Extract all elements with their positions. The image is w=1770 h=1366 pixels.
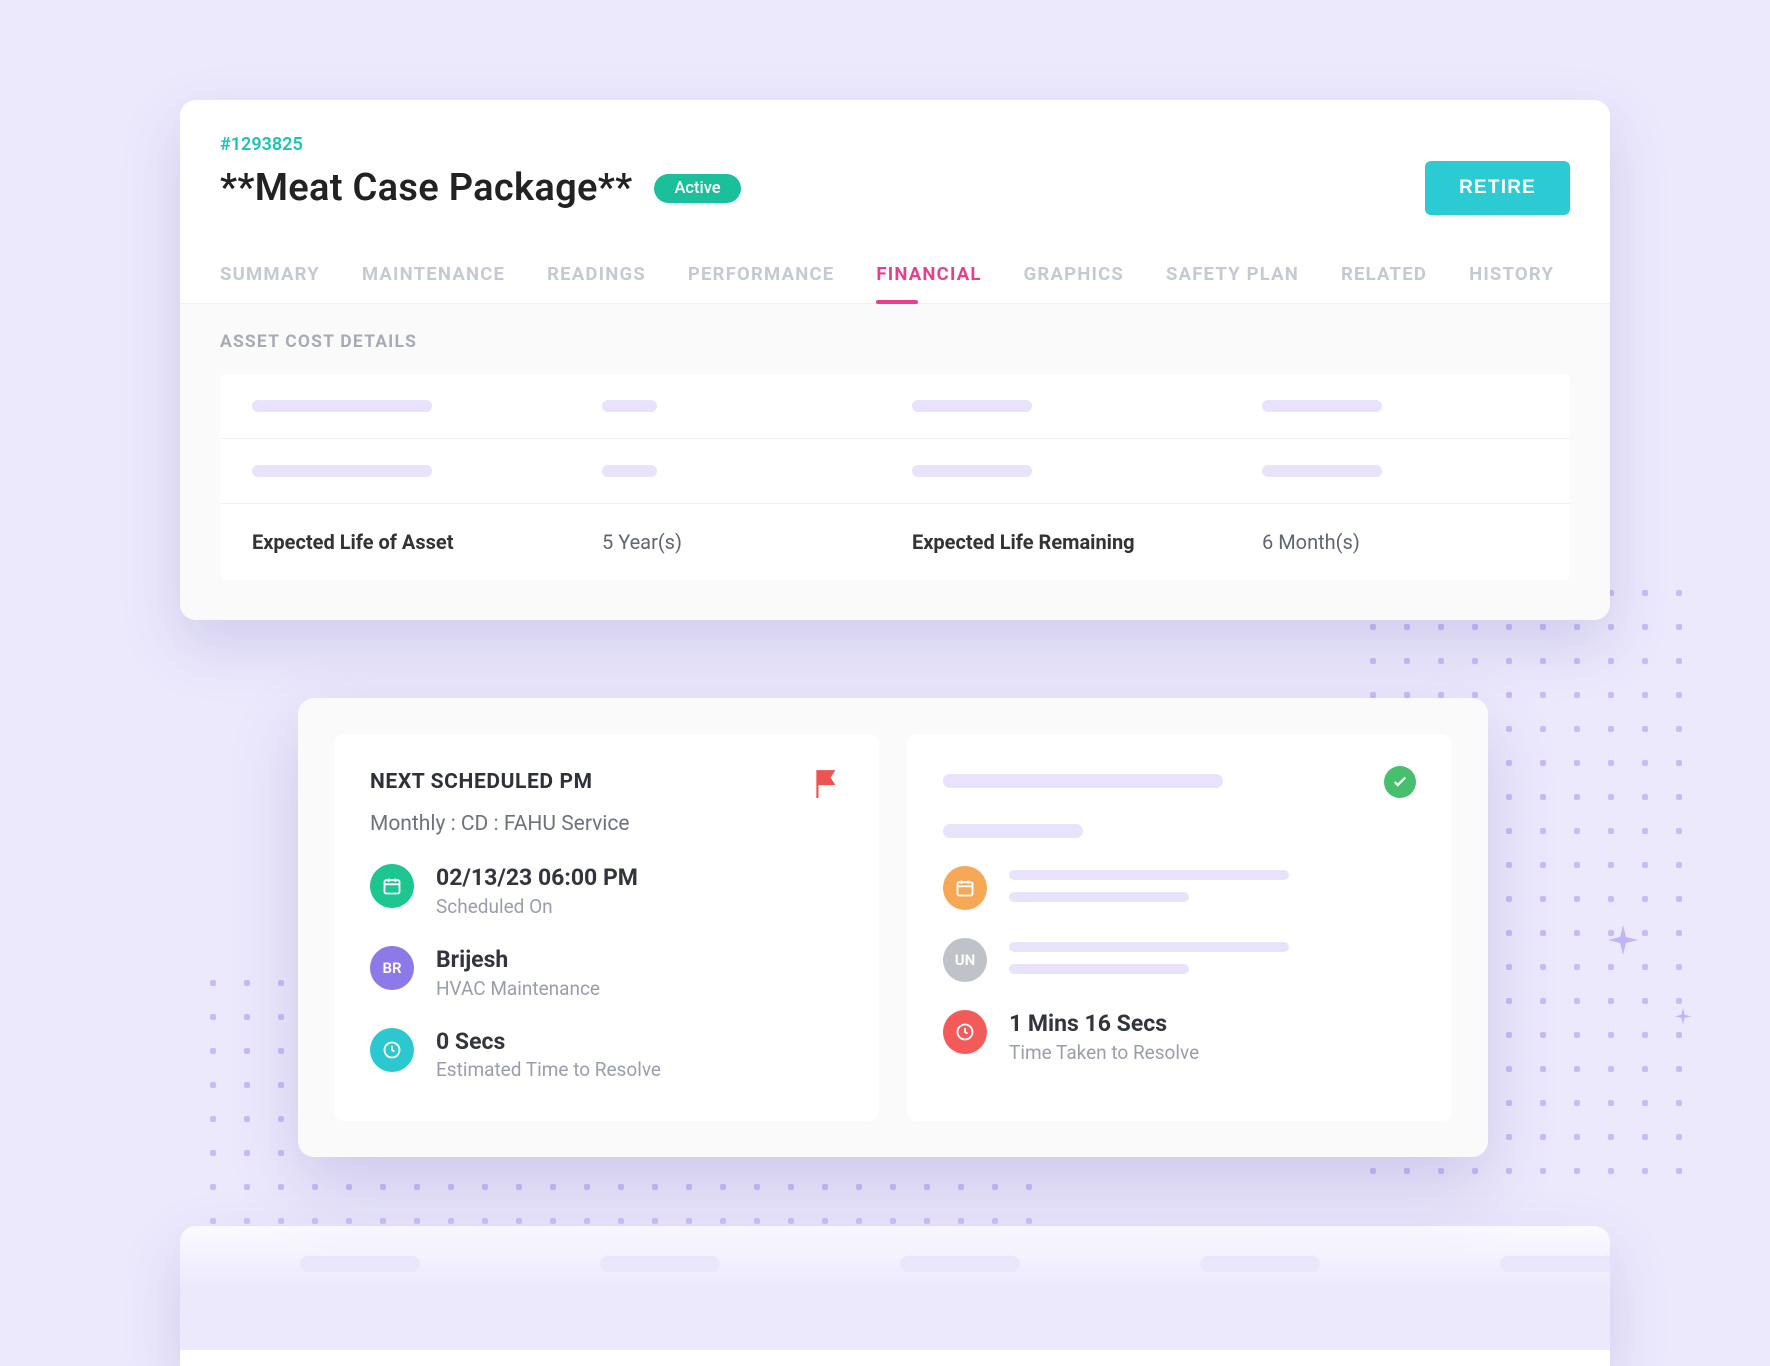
- placeholder: [912, 465, 1032, 477]
- calendar-icon: [943, 866, 987, 910]
- placeholder: [900, 1256, 1020, 1272]
- estimate-item: 0 Secs Estimated Time to Resolve: [370, 1028, 843, 1082]
- resolve-time-item: 1 Mins 16 Secs Time Taken to Resolve: [943, 1010, 1416, 1064]
- placeholder: [912, 400, 1032, 412]
- ghost-tabs: [300, 1256, 1620, 1272]
- tab-bar: SUMMARY MAINTENANCE READINGS PERFORMANCE…: [180, 249, 1610, 304]
- placeholder: [1009, 942, 1289, 952]
- financial-body: ASSET COST DETAILS Expected Life of Asse…: [180, 304, 1610, 620]
- avatar-initials: BR: [370, 946, 414, 990]
- cost-row-placeholder: [220, 439, 1570, 504]
- cost-row-placeholder: [220, 374, 1570, 439]
- section-label: ASSET COST DETAILS: [220, 332, 1570, 352]
- completed-pm-card: UN 1 Mins 16 Secs Time Taken to Resolve: [907, 734, 1452, 1121]
- estimate-label: Estimated Time to Resolve: [436, 1058, 661, 1081]
- placeholder: [600, 1256, 720, 1272]
- tab-summary[interactable]: SUMMARY: [220, 249, 320, 303]
- scheduled-on-value: 02/13/23 06:00 PM: [436, 864, 638, 893]
- sparkle-icon: [1673, 1008, 1693, 1028]
- placeholder: [1009, 964, 1189, 974]
- completed-scheduled-item: [943, 866, 1416, 910]
- pm-cards-container: NEXT SCHEDULED PM Monthly : CD : FAHU Se…: [298, 698, 1488, 1157]
- asset-detail-card: #1293825 **Meat Case Package** Active RE…: [180, 100, 1610, 620]
- check-icon: [1384, 766, 1416, 798]
- next-pm-title: NEXT SCHEDULED PM: [370, 770, 843, 794]
- avatar-initials: UN: [943, 938, 987, 982]
- tab-readings[interactable]: READINGS: [547, 249, 646, 303]
- expected-life-label: Expected Life of Asset: [252, 530, 602, 554]
- next-pm-subtitle: Monthly : CD : FAHU Service: [370, 812, 843, 836]
- placeholder: [1009, 870, 1289, 880]
- sparkle-icon: [1605, 925, 1641, 961]
- placeholder: [602, 400, 657, 412]
- next-pm-card: NEXT SCHEDULED PM Monthly : CD : FAHU Se…: [334, 734, 879, 1121]
- placeholder: [252, 465, 432, 477]
- assignee-item: BR Brijesh HVAC Maintenance: [370, 946, 843, 1000]
- scheduled-on-item: 02/13/23 06:00 PM Scheduled On: [370, 864, 843, 918]
- tab-history[interactable]: HISTORY: [1469, 249, 1554, 303]
- life-remaining-label: Expected Life Remaining: [912, 530, 1262, 554]
- retire-button[interactable]: RETIRE: [1425, 161, 1570, 215]
- tab-maintenance[interactable]: MAINTENANCE: [362, 249, 505, 303]
- placeholder: [1262, 465, 1382, 477]
- placeholder: [1262, 400, 1382, 412]
- calendar-icon: [370, 864, 414, 908]
- tab-related[interactable]: RELATED: [1341, 249, 1427, 303]
- scheduled-on-label: Scheduled On: [436, 895, 638, 918]
- placeholder: [602, 465, 657, 477]
- tab-graphics[interactable]: GRAPHICS: [1024, 249, 1124, 303]
- asset-id: #1293825: [220, 134, 1570, 155]
- resolve-time-label: Time Taken to Resolve: [1009, 1041, 1199, 1064]
- placeholder: [1009, 892, 1189, 902]
- clock-icon: [370, 1028, 414, 1072]
- tab-performance[interactable]: PERFORMANCE: [688, 249, 835, 303]
- placeholder: [300, 1256, 420, 1272]
- tab-safety-plan[interactable]: SAFETY PLAN: [1166, 249, 1299, 303]
- flag-icon: [813, 768, 839, 798]
- cost-row-life: Expected Life of Asset 5 Year(s) Expecte…: [220, 504, 1570, 580]
- placeholder: [1500, 1256, 1620, 1272]
- ghost-card: [180, 1226, 1610, 1366]
- tab-financial[interactable]: FINANCIAL: [876, 249, 981, 303]
- life-remaining-value: 6 Month(s): [1262, 530, 1538, 554]
- completed-assignee-item: UN: [943, 938, 1416, 982]
- placeholder: [252, 400, 432, 412]
- expected-life-value: 5 Year(s): [602, 530, 912, 554]
- asset-title: **Meat Case Package**: [220, 166, 632, 210]
- assignee-name: Brijesh: [436, 946, 600, 975]
- asset-header: #1293825 **Meat Case Package** Active RE…: [180, 100, 1610, 215]
- assignee-label: HVAC Maintenance: [436, 977, 600, 1000]
- status-badge: Active: [654, 174, 740, 203]
- placeholder: [943, 824, 1083, 838]
- resolve-time-value: 1 Mins 16 Secs: [1009, 1010, 1199, 1039]
- clock-icon: [943, 1010, 987, 1054]
- cost-table: Expected Life of Asset 5 Year(s) Expecte…: [220, 374, 1570, 580]
- placeholder: [943, 774, 1223, 788]
- asset-title-row: **Meat Case Package** Active RETIRE: [220, 161, 1570, 215]
- estimate-value: 0 Secs: [436, 1028, 661, 1057]
- placeholder: [1200, 1256, 1320, 1272]
